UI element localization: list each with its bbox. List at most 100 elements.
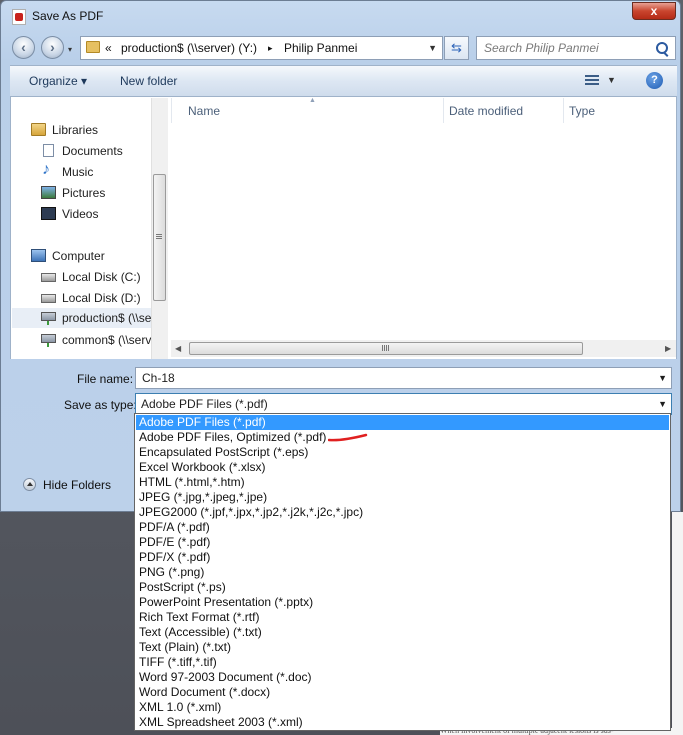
option-xml[interactable]: XML 1.0 (*.xml) <box>136 700 669 715</box>
disk-icon <box>41 294 56 303</box>
sidebar-item-label: Local Disk (C:) <box>62 270 141 284</box>
collapse-up-icon <box>23 478 36 491</box>
back-button[interactable]: ‹ <box>12 36 35 59</box>
computer-icon <box>31 249 46 262</box>
save-type-label: Save as type: <box>64 398 137 412</box>
views-dropdown-icon[interactable]: ▼ <box>607 75 616 85</box>
sort-ascending-icon: ▲ <box>309 97 316 104</box>
title-bar: Save As PDF x <box>1 1 680 31</box>
option-rtf[interactable]: Rich Text Format (*.rtf) <box>136 610 669 625</box>
file-name-field[interactable]: Ch-18 ▼ <box>135 367 672 389</box>
sidebar-item-pictures[interactable]: Pictures <box>41 183 161 203</box>
organize-button[interactable]: Organize ▾ <box>29 74 87 88</box>
column-header-date-modified[interactable]: Date modified <box>449 104 523 129</box>
option-jpeg2000[interactable]: JPEG2000 (*.jpf,*.jpx,*.jp2,*.j2k,*.j2c,… <box>136 505 669 520</box>
save-type-select[interactable]: Adobe PDF Files (*.pdf) ▼ <box>135 393 672 415</box>
sidebar-item-production[interactable]: production$ (\\se <box>12 308 151 328</box>
scroll-grip-icon <box>382 345 389 351</box>
column-divider[interactable] <box>563 98 564 123</box>
views-icon[interactable] <box>585 75 599 87</box>
address-overflow[interactable]: « <box>105 41 112 55</box>
option-eps[interactable]: Encapsulated PostScript (*.eps) <box>136 445 669 460</box>
address-segment-folder[interactable]: Philip Panmei <box>284 41 357 55</box>
command-toolbar: Organize ▾ New folder ▼ ? <box>10 65 677 97</box>
column-header-name[interactable]: Name <box>188 104 220 129</box>
address-bar[interactable]: « production$ (\\server) (Y:) ▸ Philip P… <box>80 36 443 60</box>
search-placeholder: Search Philip Panmei <box>484 41 599 55</box>
option-xml-spreadsheet[interactable]: XML Spreadsheet 2003 (*.xml) <box>136 715 669 730</box>
disk-icon <box>41 273 56 282</box>
documents-icon <box>43 144 54 157</box>
option-xlsx[interactable]: Excel Workbook (*.xlsx) <box>136 460 669 475</box>
close-button[interactable]: x <box>632 2 676 20</box>
save-type-dropdown-list: Adobe PDF Files (*.pdf) Adobe PDF Files,… <box>134 413 671 731</box>
scroll-left-icon[interactable]: ◀ <box>175 344 181 353</box>
red-underline-annotation <box>328 433 368 442</box>
sidebar-item-label: Documents <box>62 144 123 158</box>
option-docx[interactable]: Word Document (*.docx) <box>136 685 669 700</box>
option-pptx[interactable]: PowerPoint Presentation (*.pptx) <box>136 595 669 610</box>
column-divider[interactable] <box>443 98 444 123</box>
option-text-accessible[interactable]: Text (Accessible) (*.txt) <box>136 625 669 640</box>
sidebar-item-computer[interactable]: Computer <box>31 246 161 266</box>
option-tiff[interactable]: TIFF (*.tiff,*.tif) <box>136 655 669 670</box>
navigation-pane: Libraries Documents Music Pictures Video… <box>11 98 168 359</box>
option-doc[interactable]: Word 97-2003 Document (*.doc) <box>136 670 669 685</box>
column-header-type[interactable]: Type <box>569 104 595 129</box>
option-pdfa[interactable]: PDF/A (*.pdf) <box>136 520 669 535</box>
address-separator[interactable]: ▸ <box>268 43 273 54</box>
pictures-icon <box>41 186 56 199</box>
save-type-value: Adobe PDF Files (*.pdf) <box>141 397 268 411</box>
option-pdf-optimized[interactable]: Adobe PDF Files, Optimized (*.pdf) <box>136 430 669 445</box>
option-postscript[interactable]: PostScript (*.ps) <box>136 580 669 595</box>
option-pdf[interactable]: Adobe PDF Files (*.pdf) <box>136 415 669 430</box>
background-page-edge <box>672 512 683 735</box>
sidebar-item-label: Videos <box>62 207 99 221</box>
sidebar-item-local-disk-c[interactable]: Local Disk (C:) <box>41 267 161 287</box>
refresh-button[interactable]: ⇆ <box>444 36 469 60</box>
help-icon[interactable]: ? <box>646 72 663 89</box>
sidebar-item-common[interactable]: common$ (\\serv <box>41 330 151 350</box>
sidebar-item-videos[interactable]: Videos <box>41 204 161 224</box>
new-folder-button[interactable]: New folder <box>120 74 177 88</box>
network-drive-icon <box>41 312 56 325</box>
videos-icon <box>41 207 56 220</box>
sidebar-item-documents[interactable]: Documents <box>41 141 161 161</box>
search-input[interactable]: Search Philip Panmei <box>476 36 676 60</box>
address-segment-drive[interactable]: production$ (\\server) (Y:) <box>121 41 257 55</box>
pdf-icon <box>12 9 26 25</box>
sidebar-item-label: Libraries <box>52 123 99 137</box>
scroll-right-icon[interactable]: ▶ <box>665 344 671 353</box>
sidebar-item-label: production$ (\\se <box>62 311 151 325</box>
window-title: Save As PDF <box>32 9 104 23</box>
option-html[interactable]: HTML (*.html,*.htm) <box>136 475 669 490</box>
option-text-plain[interactable]: Text (Plain) (*.txt) <box>136 640 669 655</box>
column-divider <box>171 98 172 123</box>
scroll-grip-icon <box>156 234 162 240</box>
history-dropdown-icon[interactable]: ▾ <box>68 45 72 54</box>
hide-folders-label: Hide Folders <box>43 478 112 492</box>
chevron-down-icon[interactable]: ▼ <box>658 373 667 383</box>
sidebar-item-label: Local Disk (D:) <box>62 291 141 305</box>
sidebar-item-label: Pictures <box>62 186 106 200</box>
sidebar-item-label: Computer <box>52 249 105 263</box>
file-name-value: Ch-18 <box>142 371 175 385</box>
address-dropdown-icon[interactable]: ▼ <box>428 43 437 53</box>
folder-icon <box>86 41 100 53</box>
network-drive-icon <box>41 334 56 347</box>
sidebar-item-label: Music <box>62 165 94 179</box>
sidebar-item-libraries[interactable]: Libraries <box>31 120 161 140</box>
option-png[interactable]: PNG (*.png) <box>136 565 669 580</box>
search-icon[interactable] <box>656 42 668 54</box>
chevron-down-icon[interactable]: ▼ <box>658 399 667 409</box>
libraries-icon <box>31 123 46 136</box>
sidebar-item-local-disk-d[interactable]: Local Disk (D:) <box>41 288 161 308</box>
forward-button[interactable]: › <box>41 36 64 59</box>
option-pdfe[interactable]: PDF/E (*.pdf) <box>136 535 669 550</box>
sidebar-item-label: common$ (\\serv <box>62 333 151 347</box>
music-icon <box>41 161 56 179</box>
sidebar-item-music[interactable]: Music <box>41 161 161 182</box>
file-name-label: File name: <box>77 372 134 386</box>
option-jpeg[interactable]: JPEG (*.jpg,*.jpeg,*.jpe) <box>136 490 669 505</box>
option-pdfx[interactable]: PDF/X (*.pdf) <box>136 550 669 565</box>
